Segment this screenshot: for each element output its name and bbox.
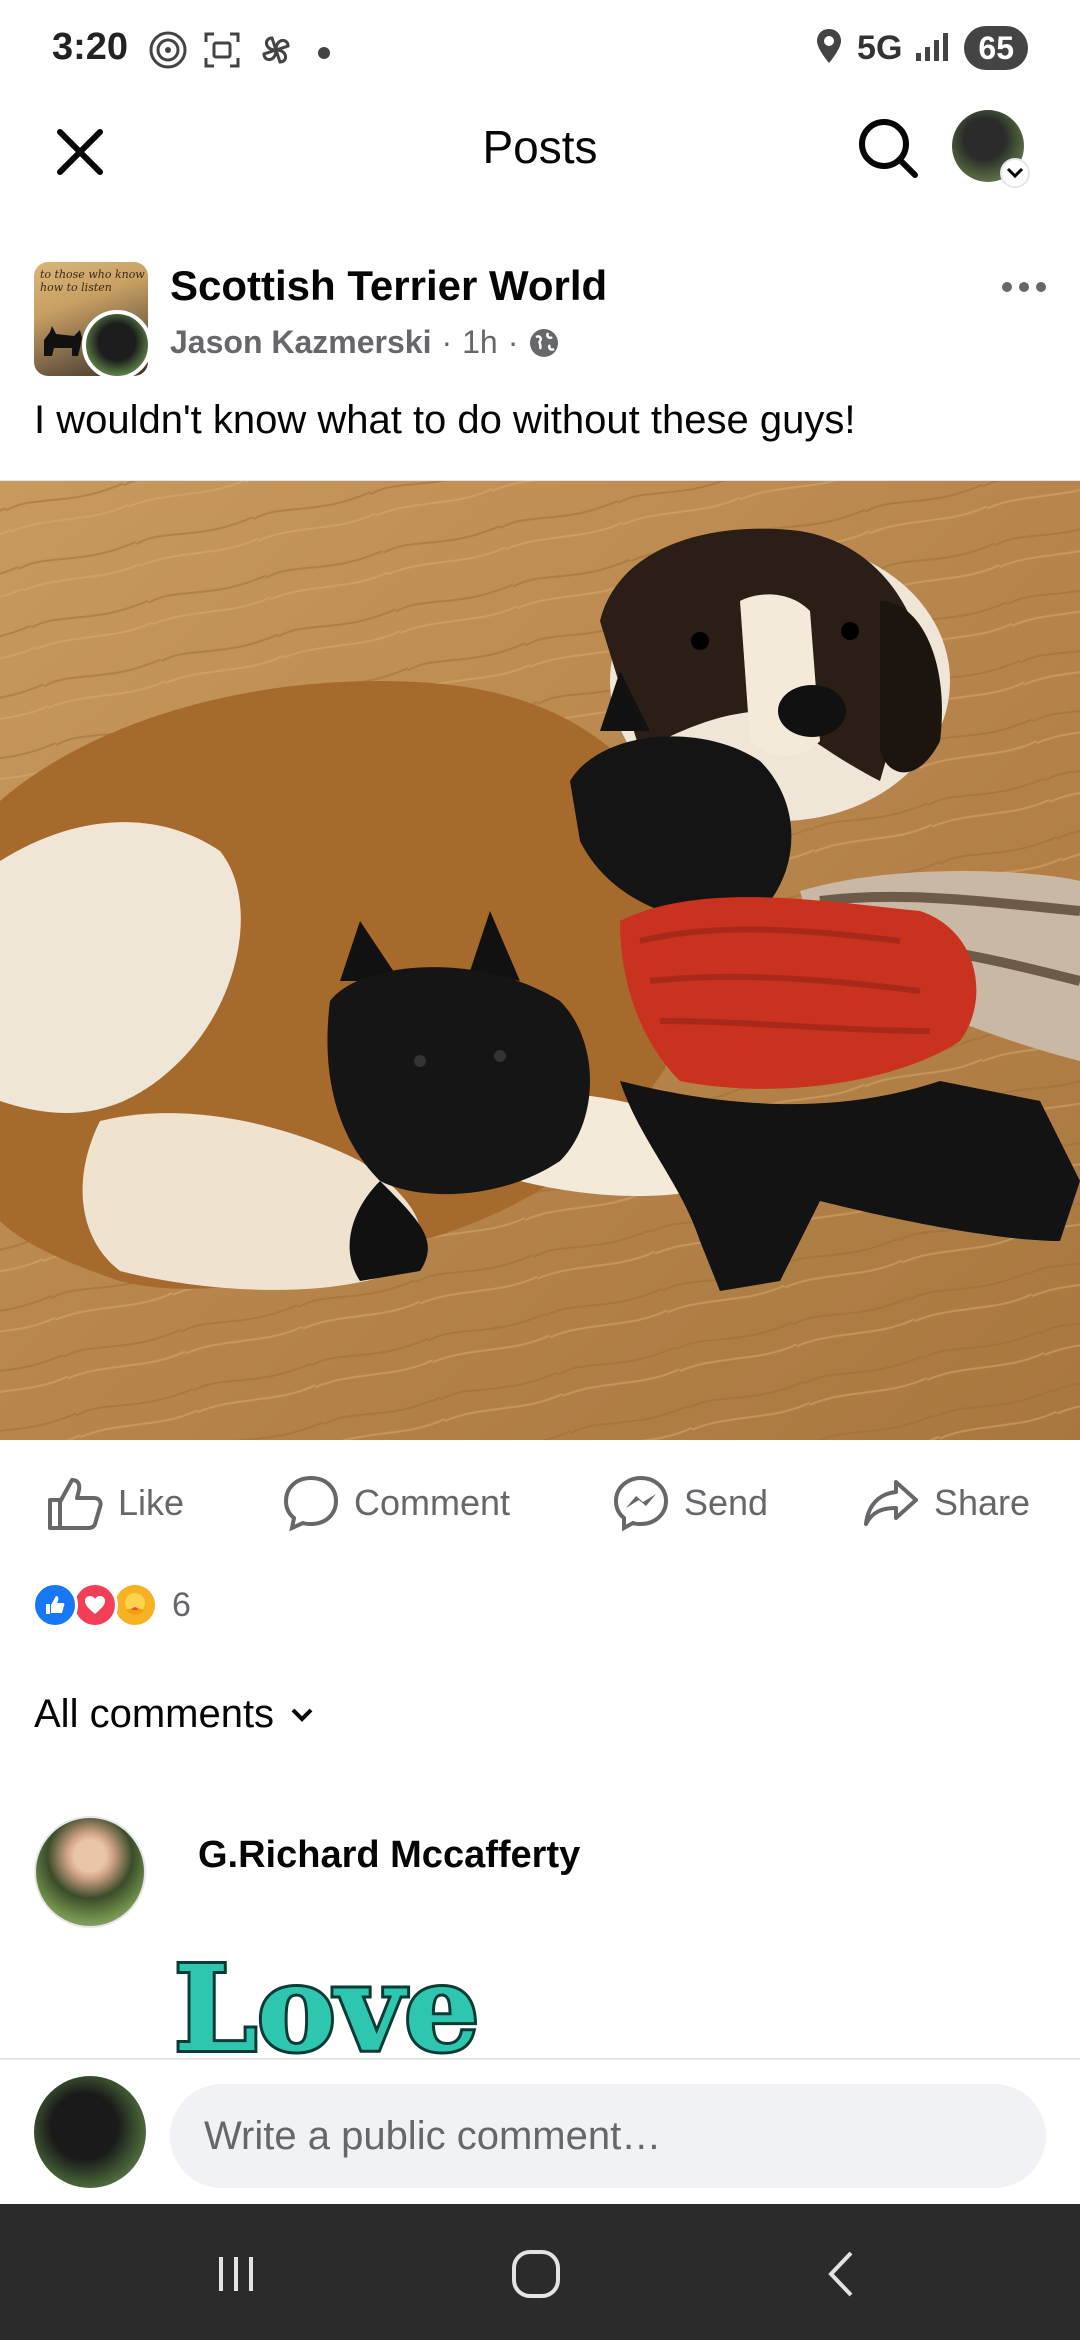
post-action-bar: Like Comment Send Share — [0, 1460, 1080, 1546]
notification-dot-icon — [318, 46, 330, 59]
like-reaction-icon — [32, 1582, 78, 1628]
comments-filter-label: All comments — [34, 1692, 275, 1736]
dogs-photo-image — [0, 481, 1080, 1440]
chevron-down-icon — [291, 1708, 313, 1722]
reaction-count: 6 — [172, 1585, 191, 1624]
pinwheel-icon — [256, 30, 296, 75]
more-dots-icon — [1019, 282, 1029, 292]
comment-label: Comment — [354, 1482, 511, 1523]
profile-avatar-button[interactable] — [952, 110, 1030, 188]
messenger-icon — [613, 1475, 669, 1532]
status-bar: 3:20 5G 65 — [0, 0, 1080, 100]
globe-icon — [530, 328, 559, 357]
like-label: Like — [118, 1482, 185, 1523]
network-type: 5G — [857, 28, 903, 67]
scottie-silhouette-icon — [44, 326, 82, 356]
author-name-link[interactable]: Jason Kazmerski — [170, 324, 431, 361]
status-time: 3:20 — [52, 26, 129, 68]
more-options-button[interactable] — [994, 262, 1054, 312]
post-header: to those who know how to listen Scottish… — [0, 258, 1080, 388]
system-navigation-bar — [0, 2204, 1080, 2340]
meta-separator: · — [507, 324, 519, 360]
more-dots-icon — [1002, 282, 1012, 292]
recents-button[interactable] — [196, 2234, 276, 2314]
love-reaction-icon — [72, 1582, 118, 1628]
sticker-text: Love — [174, 1939, 479, 2062]
reactions-summary[interactable]: 6 — [32, 1580, 191, 1630]
comment-bubble-icon — [283, 1475, 339, 1532]
post-meta: Jason Kazmerski · 1h · — [170, 324, 560, 361]
send-button[interactable]: Send — [612, 1460, 768, 1546]
thumbs-up-icon — [48, 1478, 103, 1530]
home-icon — [512, 2250, 560, 2298]
comment-composer — [0, 2058, 1080, 2202]
post-time[interactable]: 1h — [462, 324, 498, 361]
back-button[interactable] — [802, 2234, 882, 2314]
comment-item: G.Richard Mccafferty Love — [0, 1810, 1080, 2062]
top-app-bar: Posts — [0, 100, 1080, 250]
post-text: I wouldn't know what to do without these… — [34, 398, 856, 442]
share-arrow-icon — [864, 1480, 918, 1526]
like-button[interactable]: Like — [46, 1460, 184, 1546]
care-reaction-icon — [112, 1582, 158, 1628]
author-avatar[interactable] — [82, 310, 152, 380]
screenshot-icon — [202, 30, 242, 75]
back-chevron-icon — [828, 2251, 853, 2297]
commenter-name-link[interactable]: G.Richard Mccafferty — [198, 1834, 580, 1877]
post-photo[interactable] — [0, 480, 1080, 1440]
search-icon — [859, 119, 918, 178]
battery-level: 65 — [964, 26, 1028, 70]
hotspot-icon — [148, 30, 188, 75]
love-sticker[interactable]: Love — [168, 1932, 498, 2062]
status-notification-icons — [148, 30, 330, 75]
current-user-avatar — [34, 2076, 146, 2188]
group-avatar-caption: to those who know how to listen — [40, 268, 145, 294]
meta-separator: · — [441, 324, 453, 360]
commenter-avatar[interactable] — [34, 1816, 146, 1928]
status-system-icons: 5G 65 — [815, 26, 1028, 70]
more-dots-icon — [1036, 282, 1046, 292]
comment-input[interactable] — [170, 2084, 1046, 2188]
signal-icon — [916, 31, 950, 66]
recents-icon — [219, 2257, 253, 2291]
home-button[interactable] — [496, 2234, 576, 2314]
chevron-down-icon — [1000, 158, 1030, 188]
comments-filter-dropdown[interactable]: All comments — [34, 1692, 314, 1737]
search-button[interactable] — [848, 108, 928, 188]
group-name-link[interactable]: Scottish Terrier World — [170, 262, 607, 310]
share-button[interactable]: Share — [862, 1460, 1030, 1546]
comment-button[interactable]: Comment — [282, 1460, 510, 1546]
send-label: Send — [684, 1482, 769, 1523]
location-icon — [815, 27, 843, 70]
share-label: Share — [934, 1482, 1031, 1523]
